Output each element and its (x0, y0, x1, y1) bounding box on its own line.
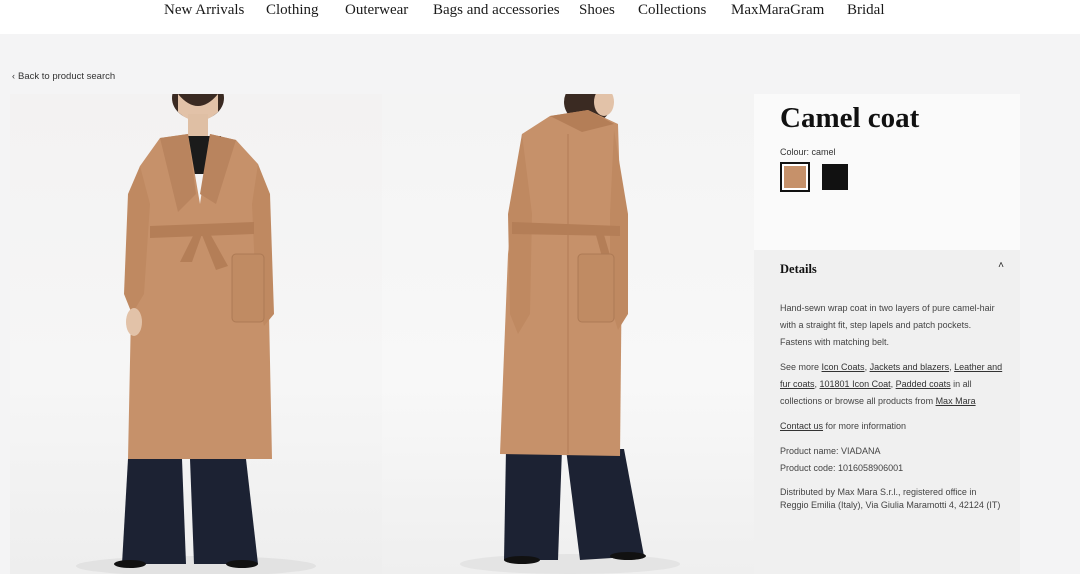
link-max-mara[interactable]: Max Mara (936, 396, 976, 406)
chevron-left-icon: ‹ (12, 71, 15, 81)
product-image-front[interactable] (10, 94, 382, 574)
top-navigation: New Arrivals Clothing Outerwear Bags and… (0, 0, 1080, 34)
nav-item-outerwear[interactable]: Outerwear (345, 2, 408, 19)
coat-back-illustration (460, 94, 680, 574)
product-name: Product name: VIADANA (780, 446, 881, 456)
nav-item-new-arrivals[interactable]: New Arrivals (164, 2, 244, 19)
nav-item-bags-and-accessories[interactable]: Bags and accessories (433, 2, 560, 19)
nav-item-bridal[interactable]: Bridal (847, 2, 885, 19)
details-accordion: Details ˄ Hand-sewn wrap coat in two lay… (754, 250, 1020, 574)
nav-item-shoes[interactable]: Shoes (579, 2, 615, 19)
contact-suffix: for more information (823, 421, 907, 431)
link-101801-icon-coat[interactable]: 101801 Icon Coat (820, 379, 891, 389)
link-padded-coats[interactable]: Padded coats (896, 379, 951, 389)
right-margin (1020, 34, 1080, 574)
colour-label: Colour: camel (780, 147, 836, 157)
chevron-up-icon: ˄ (998, 260, 1004, 271)
product-identifiers: Product name: VIADANA Product code: 1016… (780, 443, 1004, 477)
link-icon-coats[interactable]: Icon Coats (822, 362, 865, 372)
contact-paragraph: Contact us for more information (780, 418, 1004, 435)
nav-list: New Arrivals Clothing Outerwear Bags and… (0, 2, 1080, 22)
coat-front-illustration (76, 94, 316, 574)
nav-item-clothing[interactable]: Clothing (266, 2, 319, 19)
details-body: Hand-sewn wrap coat in two layers of pur… (780, 300, 1004, 512)
product-image-back[interactable] (382, 94, 754, 574)
colour-label-text: Colour: (780, 147, 810, 157)
link-jackets-and-blazers[interactable]: Jackets and blazers (870, 362, 950, 372)
product-description: Hand-sewn wrap coat in two layers of pur… (780, 303, 995, 347)
nav-item-collections[interactable]: Collections (638, 2, 706, 19)
product-info-panel: Camel coat Colour: camel Details ˄ Hand-… (754, 94, 1020, 574)
contact-us-link[interactable]: Contact us (780, 421, 823, 431)
swatch-camel-fill (784, 166, 806, 188)
swatch-camel[interactable] (780, 162, 810, 192)
details-heading: Details (780, 262, 817, 276)
see-more-prefix: See more (780, 362, 822, 372)
swatch-black[interactable] (820, 162, 850, 192)
colour-value: camel (811, 147, 836, 157)
see-more-paragraph: See more Icon Coats, Jackets and blazers… (780, 362, 1003, 406)
back-link-label: Back to product search (18, 71, 116, 82)
product-code: Product code: 1016058906001 (780, 463, 904, 473)
back-to-product-search-link[interactable]: ‹ Back to product search (12, 71, 115, 82)
product-title: Camel coat (780, 102, 920, 134)
nav-item-maxmaragram[interactable]: MaxMaraGram (731, 2, 824, 19)
details-toggle[interactable]: Details ˄ (780, 260, 1004, 280)
distributor-info: Distributed by Max Mara S.r.l., register… (780, 487, 1001, 510)
